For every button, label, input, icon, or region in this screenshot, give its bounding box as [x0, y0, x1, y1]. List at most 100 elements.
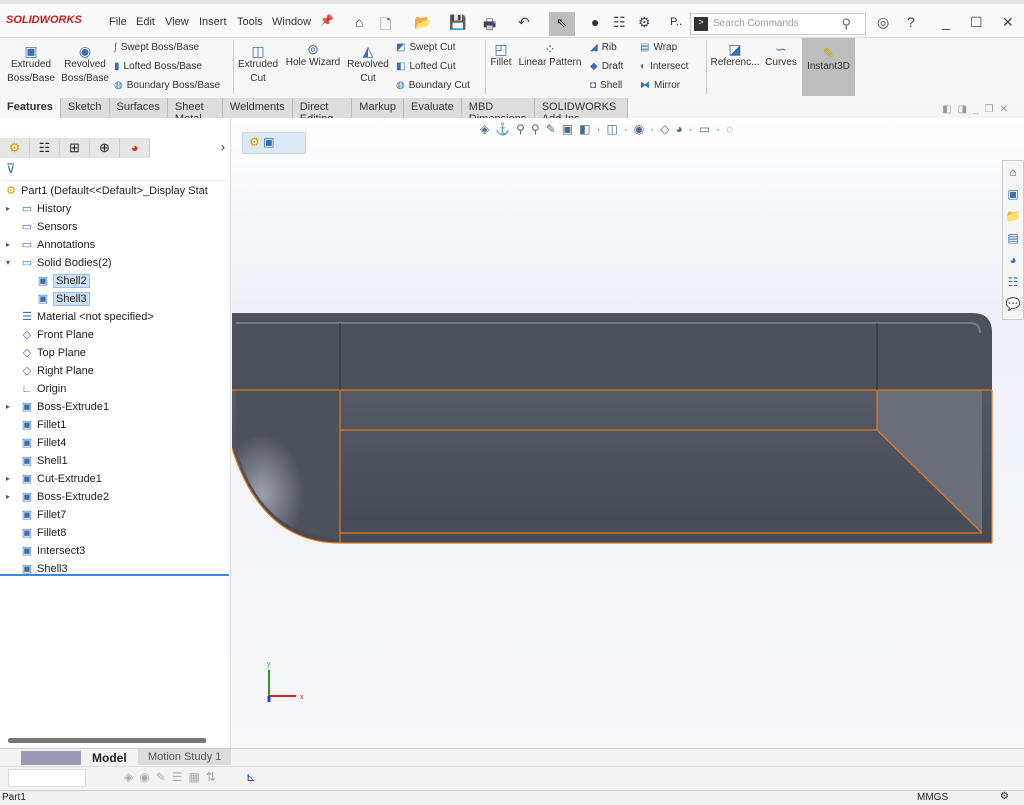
- property-manager-tab-icon[interactable]: ☷: [30, 138, 60, 158]
- search-icon[interactable]: ⚲: [841, 16, 851, 32]
- instant3d-button[interactable]: ✎ Instant3D: [802, 38, 855, 96]
- expand-arrow-icon[interactable]: ▸: [6, 488, 10, 506]
- expand-arrow-icon[interactable]: ▸: [6, 470, 10, 488]
- lofted-cut-button[interactable]: ◧ Lofted Cut: [396, 61, 456, 72]
- tab-solidworks-add-ins[interactable]: SOLIDWORKS Add-Ins: [534, 98, 628, 125]
- viewport-window-controls[interactable]: ◧◨_❐✕: [942, 104, 1014, 115]
- model-top-band[interactable]: [232, 313, 992, 390]
- configuration-manager-tab-icon[interactable]: ⊞: [60, 138, 90, 158]
- tree-item[interactable]: ∟ Origin: [0, 380, 231, 398]
- graphics-area[interactable]: ⚙ ▣ ◈⚓⚲⚲✎▣◧·◫·◉·◇◕·▭·◌ ◧◨_❐✕ ⌂ ▣ 📁 ▤ ◕ ☷ 💬: [232, 104, 1024, 748]
- quick-truncated[interactable]: P..: [670, 16, 682, 28]
- rollback-bar[interactable]: [0, 574, 229, 576]
- wrap-button[interactable]: ▤ Wrap: [640, 42, 677, 53]
- tree-item[interactable]: ▣ Fillet4: [0, 434, 231, 452]
- draft-button[interactable]: ◆ Draft: [590, 61, 623, 72]
- select-button[interactable]: ⇖: [549, 12, 575, 36]
- tab-motion-study-1[interactable]: Motion Study 1: [138, 749, 232, 765]
- tree-item[interactable]: ◇ Front Plane: [0, 326, 231, 344]
- print-icon[interactable]: 🖶: [483, 14, 496, 38]
- save-icon[interactable]: 💾: [449, 14, 466, 31]
- tree-item[interactable]: ▣ Shell2: [0, 272, 231, 290]
- tab-weldments[interactable]: Weldments: [222, 98, 293, 118]
- tree-item[interactable]: ▭ Sensors: [0, 218, 231, 236]
- user-account-icon[interactable]: ◎: [877, 14, 889, 31]
- rebuild-icon[interactable]: ●: [591, 14, 599, 30]
- tree-item[interactable]: ☰ Material <not specified>: [0, 308, 231, 326]
- display-manager-tab-icon[interactable]: ◕: [120, 138, 150, 158]
- model-left-face[interactable]: [236, 390, 340, 538]
- boundary-cut-button[interactable]: ◍ Boundary Cut: [396, 80, 470, 91]
- swept-boss-button[interactable]: ∫ Swept Boss/Base: [114, 42, 199, 53]
- close-button[interactable]: ✕: [1002, 14, 1014, 31]
- home-icon[interactable]: ⌂: [355, 14, 363, 30]
- curves-button[interactable]: ∽ Curves: [763, 42, 799, 70]
- tree-item[interactable]: ▸ ▭ Annotations: [0, 236, 231, 254]
- tree-item[interactable]: ▣ Shell1: [0, 452, 231, 470]
- swept-cut-button[interactable]: ◩ Swept Cut: [396, 42, 456, 53]
- help-icon[interactable]: ?: [907, 14, 915, 30]
- motion-type-select[interactable]: [8, 769, 86, 787]
- open-icon[interactable]: 📂: [414, 14, 431, 31]
- tree-item[interactable]: ⚙ Part1 (Default<<Default>_Display Stat: [0, 182, 231, 200]
- tree-item[interactable]: ▸ ▣ Boss-Extrude1: [0, 398, 231, 416]
- menu-edit[interactable]: Edit: [136, 16, 155, 28]
- undo-icon[interactable]: ↶: [518, 14, 530, 31]
- tab-markup[interactable]: Markup: [352, 98, 404, 118]
- tab-surfaces[interactable]: Surfaces: [109, 98, 168, 118]
- rebuild-status-icon[interactable]: ⚙: [1000, 791, 1009, 802]
- tree-item[interactable]: ▾ ▭ Solid Bodies(2): [0, 254, 231, 272]
- extruded-cut-button[interactable]: ◫ Extruded Cut: [236, 44, 280, 86]
- tree-item[interactable]: ▣ Intersect3: [0, 542, 231, 560]
- revolved-boss-button[interactable]: ◉ Revolved Boss/Base: [60, 44, 110, 86]
- feature-manager-tab-icon[interactable]: ⚙: [0, 138, 30, 158]
- revolved-cut-button[interactable]: ◭ Revolved Cut: [346, 44, 390, 86]
- pin-icon[interactable]: 📌: [320, 14, 334, 27]
- menu-insert[interactable]: Insert: [199, 16, 227, 28]
- boundary-boss-button[interactable]: ◍ Boundary Boss/Base: [114, 80, 220, 91]
- menu-view[interactable]: View: [165, 16, 189, 28]
- lofted-boss-button[interactable]: ▮ Lofted Boss/Base: [114, 61, 202, 72]
- file-properties-icon[interactable]: ☷: [613, 14, 626, 31]
- tree-item[interactable]: ▸ ▣ Boss-Extrude2: [0, 488, 231, 506]
- menu-window[interactable]: Window: [272, 16, 311, 28]
- reference-geometry-button[interactable]: ◪ Referenc...: [710, 42, 760, 70]
- tree-item[interactable]: ▣ Fillet8: [0, 524, 231, 542]
- fillet-button[interactable]: ◰ Fillet: [488, 42, 514, 70]
- menu-tools[interactable]: Tools: [237, 16, 263, 28]
- expand-arrow-icon[interactable]: ▸: [6, 236, 10, 254]
- expand-arrow-icon[interactable]: ▾: [6, 254, 10, 272]
- tab-sketch[interactable]: Sketch: [60, 98, 110, 118]
- filter-icon[interactable]: ⊽: [2, 161, 228, 181]
- tab-features[interactable]: Features: [0, 98, 61, 118]
- horizontal-scrollbar[interactable]: [8, 738, 206, 743]
- tree-item[interactable]: ▣ Fillet1: [0, 416, 231, 434]
- linear-pattern-button[interactable]: ⁘ Linear Pattern: [516, 42, 584, 70]
- tree-item[interactable]: ▣ Fillet7: [0, 506, 231, 524]
- shell-button[interactable]: ◘ Shell: [590, 80, 622, 91]
- new-document-icon[interactable]: 🗋: [380, 14, 391, 38]
- maximize-button[interactable]: ☐: [970, 14, 983, 31]
- menu-file[interactable]: File: [109, 16, 127, 28]
- hole-wizard-button[interactable]: ⊚ Hole Wizard: [284, 42, 342, 70]
- tab-scroll-arrows[interactable]: [21, 751, 81, 765]
- tab-direct-editing[interactable]: Direct Editing: [292, 98, 353, 125]
- tree-item[interactable]: ▣ Shell3: [0, 290, 231, 308]
- intersect-button[interactable]: ◐ Intersect: [640, 61, 688, 72]
- mirror-button[interactable]: ⧓ Mirror: [640, 80, 680, 91]
- expand-arrow-icon[interactable]: ▸: [6, 200, 10, 218]
- rib-button[interactable]: ◢ Rib: [590, 42, 617, 53]
- tree-item[interactable]: ▸ ▣ Cut-Extrude1: [0, 470, 231, 488]
- tab-evaluate[interactable]: Evaluate: [403, 98, 462, 118]
- options-gear-icon[interactable]: ⚙: [638, 14, 651, 31]
- tab-mbd-dimensions[interactable]: MBD Dimensions: [461, 98, 535, 125]
- chevron-right-icon[interactable]: ›: [215, 138, 231, 158]
- extruded-boss-button[interactable]: ▣ Extruded Boss/Base: [6, 44, 56, 86]
- tree-item[interactable]: ◇ Right Plane: [0, 362, 231, 380]
- tab-sheet-metal[interactable]: Sheet Metal: [167, 98, 223, 125]
- results-icon[interactable]: ⊾: [246, 770, 256, 784]
- tree-item[interactable]: ▸ ▭ History: [0, 200, 231, 218]
- tab-model[interactable]: Model: [92, 751, 127, 765]
- dimxpert-tab-icon[interactable]: ⊕: [90, 138, 120, 158]
- minimize-button[interactable]: _: [942, 14, 950, 30]
